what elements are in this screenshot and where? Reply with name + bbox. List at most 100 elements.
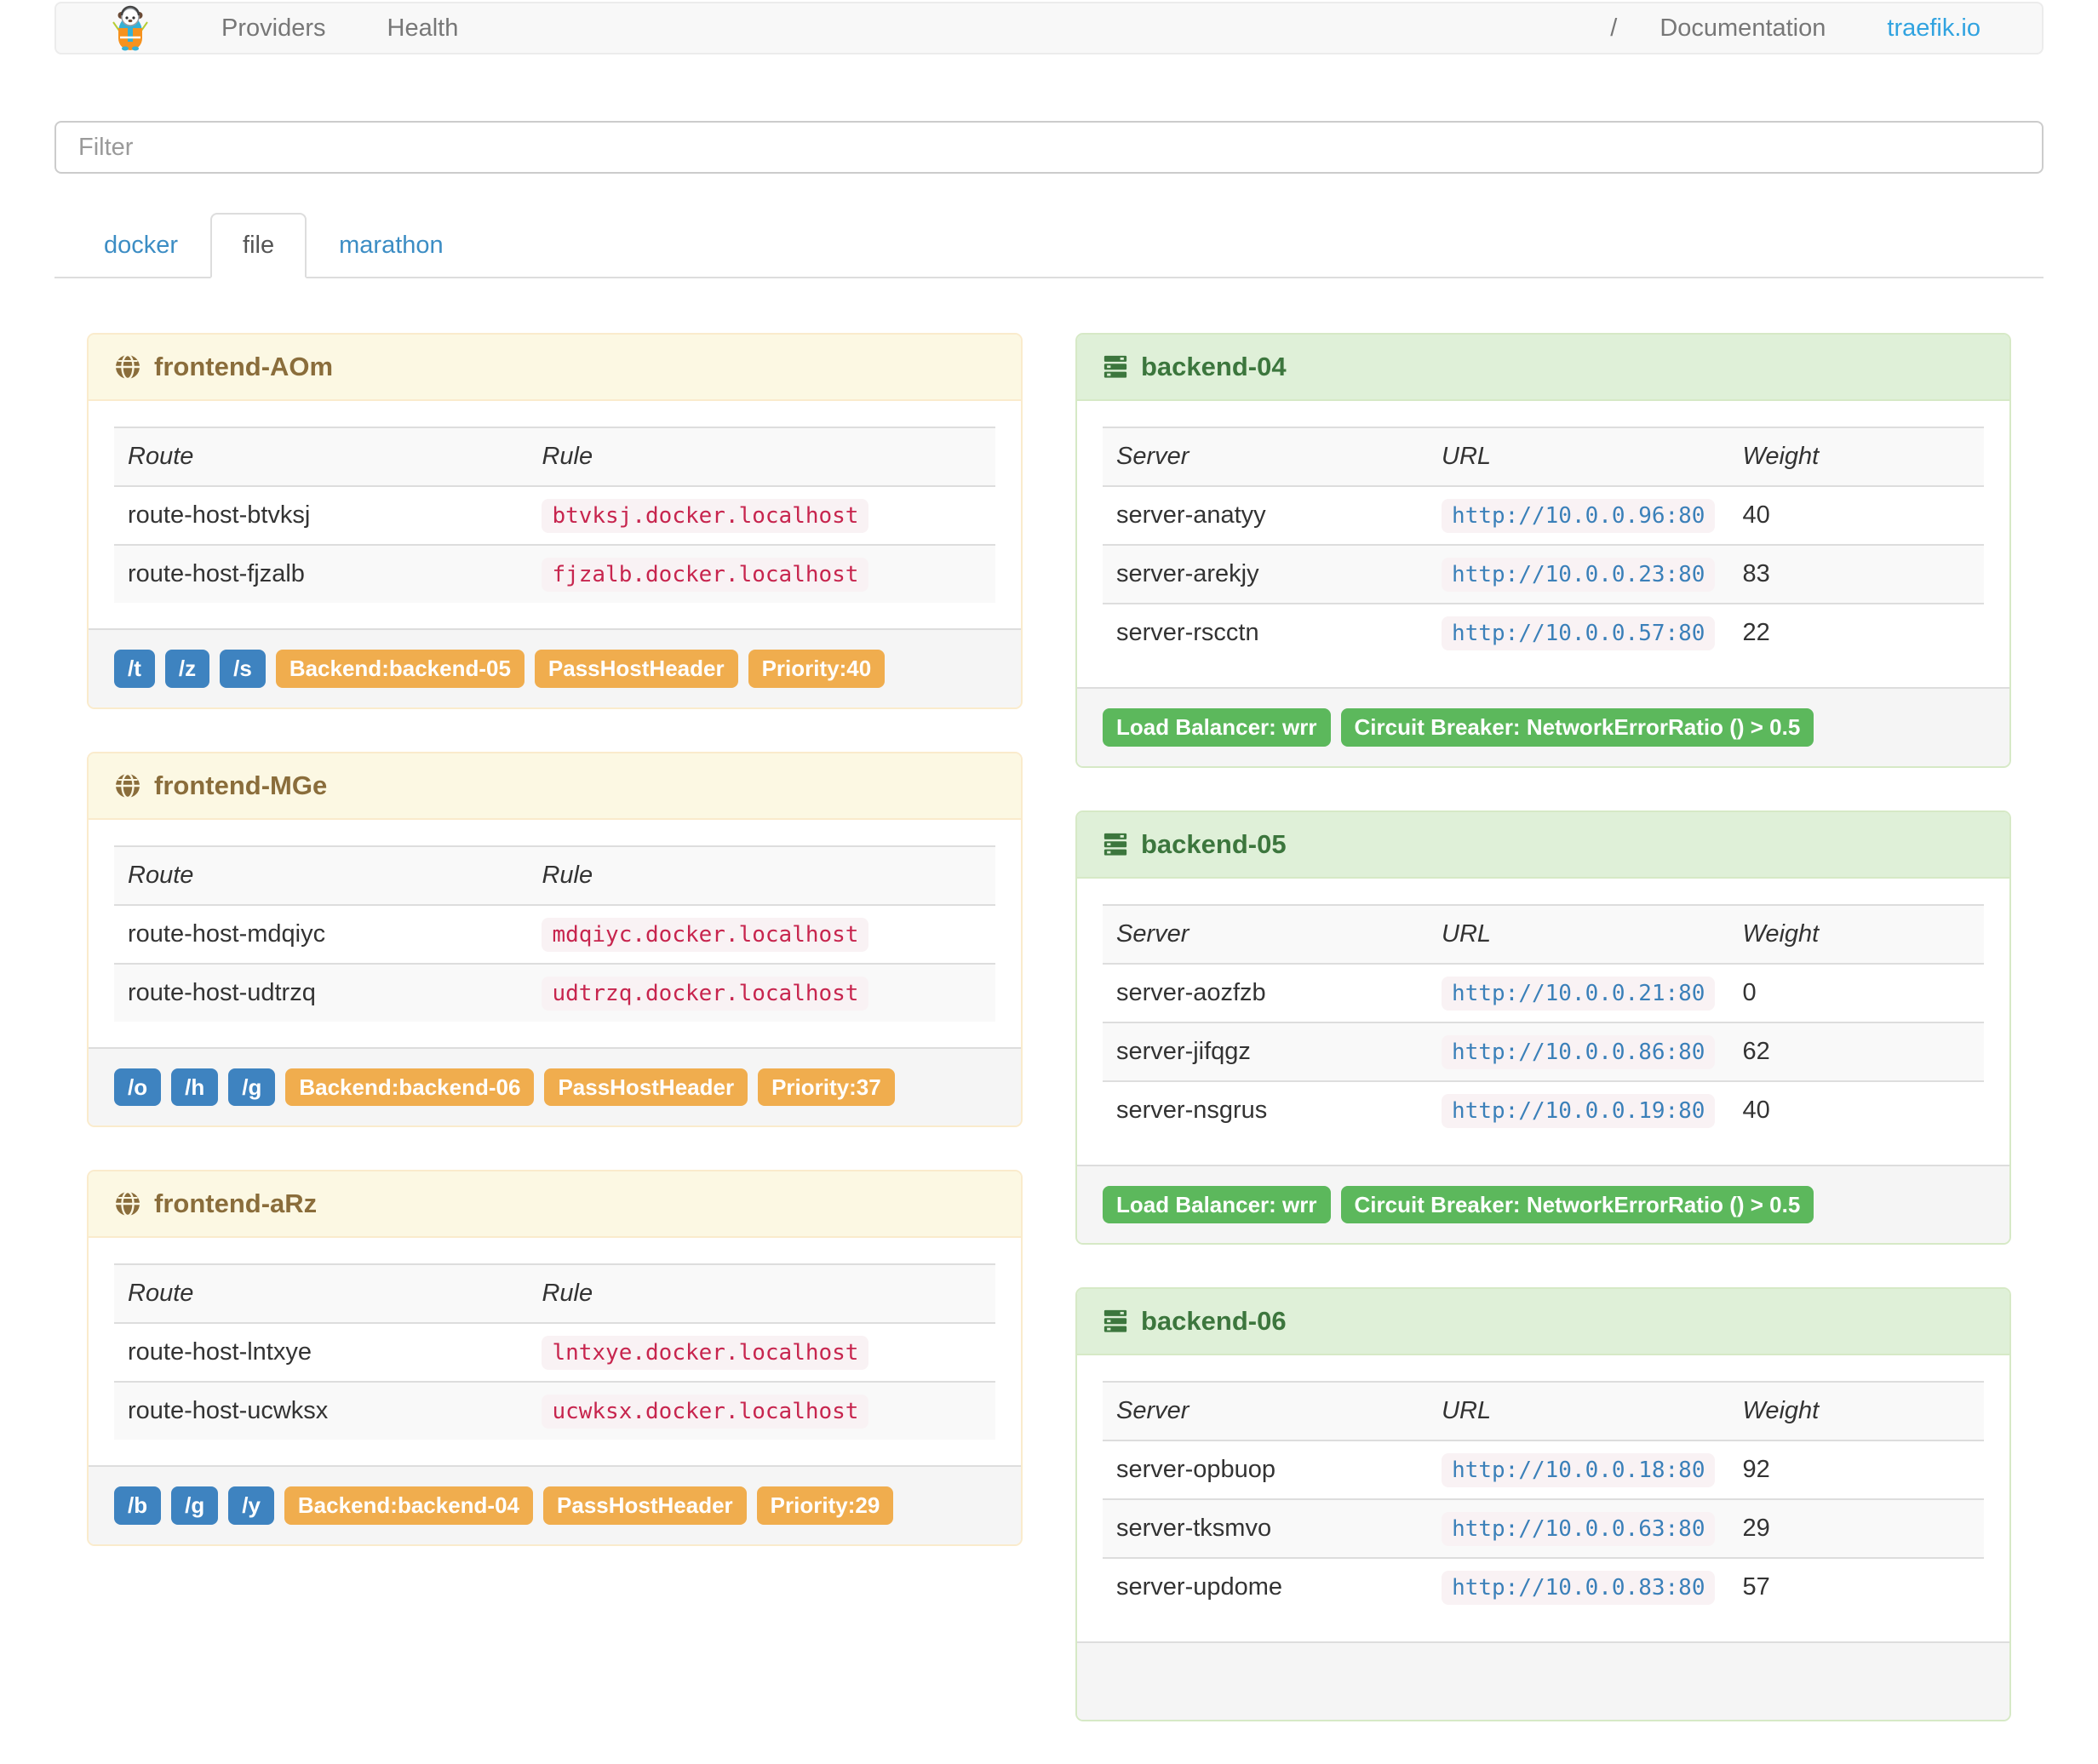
tab-docker[interactable]: docker <box>72 213 210 278</box>
server-name-cell: server-jifqgz <box>1116 1037 1251 1065</box>
server-url-link[interactable]: http://10.0.0.18:80 <box>1442 1453 1716 1488</box>
path-tag: /z <box>164 650 210 688</box>
weight-cell: 57 <box>1742 1573 1770 1601</box>
server-row: server-anatyy http://10.0.0.96:80 40 <box>1103 486 1984 545</box>
navbar-left: Providers Health <box>109 5 489 51</box>
frontend-badge: Priority:37 <box>758 1068 895 1107</box>
url-column-header: URL <box>1442 919 1492 948</box>
url-cell: http://10.0.0.63:80 <box>1428 1499 1728 1558</box>
server-name-cell: server-aozfzb <box>1116 978 1266 1006</box>
weight-cell: 40 <box>1742 501 1770 529</box>
frontend-card: frontend-AOm Route Rule route-host-btvks… <box>87 333 1023 709</box>
rule-code: btvksj.docker.localhost <box>542 499 869 533</box>
url-cell: http://10.0.0.18:80 <box>1428 1440 1728 1499</box>
server-column-header: Server <box>1116 919 1189 948</box>
servers-table: Server URL Weight server-opbuop http://10… <box>1103 1381 1984 1616</box>
rule-column-header: Rule <box>542 443 593 470</box>
path-tag: /h <box>171 1068 219 1107</box>
server-name-cell: server-rscctn <box>1116 619 1259 646</box>
frontend-badge: Priority:29 <box>756 1486 894 1525</box>
frontend-card-body: Route Rule route-host-lntxye lntxye.docke… <box>89 1238 1021 1465</box>
frontend-card: frontend-MGe Route Rule route-host-mdqiy… <box>87 751 1023 1128</box>
rule-cell: btvksj.docker.localhost <box>528 486 995 545</box>
frontend-badge: PassHostHeader <box>534 650 738 688</box>
weight-cell: 62 <box>1742 1037 1770 1065</box>
url-column-header: URL <box>1442 1397 1492 1425</box>
url-cell: http://10.0.0.86:80 <box>1428 1022 1728 1081</box>
server-url-link[interactable]: http://10.0.0.83:80 <box>1442 1571 1716 1606</box>
filter-input[interactable] <box>54 121 2044 174</box>
url-cell: http://10.0.0.83:80 <box>1428 1558 1728 1616</box>
route-name-cell: route-host-fjzalb <box>128 560 305 587</box>
route-column-header: Route <box>128 443 194 470</box>
traefik-logo[interactable] <box>109 5 152 51</box>
tab-marathon[interactable]: marathon <box>307 213 476 278</box>
frontend-card-body: Route Rule route-host-mdqiyc mdqiyc.docke… <box>89 820 1021 1047</box>
frontend-card-header: frontend-AOm <box>89 335 1021 401</box>
url-cell: http://10.0.0.96:80 <box>1428 486 1728 545</box>
server-name-cell: server-updome <box>1116 1573 1283 1601</box>
servers-table-header-row: Server URL Weight <box>1103 1382 1984 1441</box>
frontend-badge: Backend:backend-05 <box>275 650 524 688</box>
nav-providers[interactable]: Providers <box>191 14 357 43</box>
route-name-cell: route-host-btvksj <box>128 501 311 529</box>
route-row: route-host-btvksj btvksj.docker.localhost <box>114 486 995 545</box>
rule-cell: fjzalb.docker.localhost <box>528 545 995 603</box>
backend-badge: Circuit Breaker: NetworkErrorRatio () > … <box>1340 708 1814 747</box>
server-url-link[interactable]: http://10.0.0.19:80 <box>1442 1093 1716 1128</box>
path-tag: /s <box>220 650 266 688</box>
server-url-link[interactable]: http://10.0.0.63:80 <box>1442 1512 1716 1547</box>
frontend-title: frontend-MGe <box>154 770 328 800</box>
routes-table-header-row: Route Rule <box>114 427 995 486</box>
server-url-link[interactable]: http://10.0.0.23:80 <box>1442 558 1716 592</box>
navbar: Providers Health / Documentation traefik… <box>54 2 2044 54</box>
backend-card-header: backend-04 <box>1077 335 2009 401</box>
server-row: server-rscctn http://10.0.0.57:80 22 <box>1103 604 1984 662</box>
route-name-cell: route-host-mdqiyc <box>128 919 326 948</box>
route-column-header: Route <box>128 1280 194 1308</box>
url-cell: http://10.0.0.23:80 <box>1428 545 1728 604</box>
backend-card: backend-05 Server URL Weight server-aozf… <box>1075 810 2011 1246</box>
weight-cell: 29 <box>1742 1515 1770 1543</box>
server-url-link[interactable]: http://10.0.0.86:80 <box>1442 1034 1716 1069</box>
server-url-link[interactable]: http://10.0.0.21:80 <box>1442 976 1716 1011</box>
weight-cell: 0 <box>1742 978 1757 1006</box>
server-url-link[interactable]: http://10.0.0.57:80 <box>1442 616 1716 650</box>
server-url-link[interactable]: http://10.0.0.96:80 <box>1442 499 1716 533</box>
frontend-badge: Backend:backend-06 <box>285 1068 535 1107</box>
rule-code: ucwksx.docker.localhost <box>542 1395 869 1429</box>
route-name-cell: route-host-ucwksx <box>128 1397 329 1425</box>
frontend-badge: PassHostHeader <box>544 1068 748 1107</box>
server-row: server-nsgrus http://10.0.0.19:80 40 <box>1103 1080 1984 1139</box>
tab-file[interactable]: file <box>210 213 307 278</box>
url-column-header: URL <box>1442 443 1492 470</box>
backend-title: backend-05 <box>1141 828 1287 859</box>
url-cell: http://10.0.0.19:80 <box>1428 1081 1728 1139</box>
server-column-header: Server <box>1116 1397 1189 1425</box>
frontend-card-footer: /t/z/s Backend:backend-05 PassHostHeader Pr… <box>89 628 1021 707</box>
nav-traefik-site[interactable]: traefik.io <box>1856 14 2011 43</box>
backend-title: backend-04 <box>1141 352 1287 381</box>
rule-code: lntxye.docker.localhost <box>542 1336 869 1371</box>
backend-card-header: backend-05 <box>1077 811 2009 879</box>
backend-card-footer: Load Balancer: wrr Circuit Breaker: Netwo… <box>1077 1164 2009 1244</box>
nav-documentation[interactable]: Documentation <box>1629 14 1856 43</box>
servers-table: Server URL Weight server-aozfzb http://10… <box>1103 904 1984 1139</box>
frontend-title: frontend-aRz <box>154 1188 318 1219</box>
frontend-card-header: frontend-MGe <box>89 753 1021 820</box>
server-row: server-updome http://10.0.0.83:80 57 <box>1103 1558 1984 1616</box>
backend-title: backend-06 <box>1141 1306 1287 1337</box>
backend-card: backend-04 Server URL Weight server-anat… <box>1075 333 2011 768</box>
rule-code: udtrzq.docker.localhost <box>542 976 869 1011</box>
backend-badge: Load Balancer: wrr <box>1103 708 1331 747</box>
path-tag: /g <box>228 1068 276 1107</box>
url-cell: http://10.0.0.57:80 <box>1428 604 1728 662</box>
frontend-card-footer: /o/h/g Backend:backend-06 PassHostHeader Pr… <box>89 1046 1021 1126</box>
main-container: docker file marathon frontend-AOm Route <box>54 54 2044 1764</box>
route-name-cell: route-host-lntxye <box>128 1338 312 1366</box>
nav-health[interactable]: Health <box>357 14 490 43</box>
server-column-header: Server <box>1116 443 1189 470</box>
backend-card-header: backend-06 <box>1077 1289 2009 1356</box>
nav-slash[interactable]: / <box>1598 14 1629 43</box>
path-tag: /y <box>228 1486 274 1525</box>
